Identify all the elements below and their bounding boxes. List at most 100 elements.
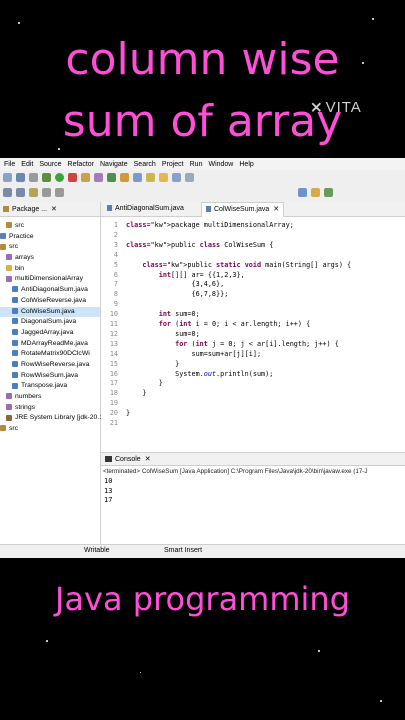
open-type-icon[interactable] [120, 173, 129, 182]
tree-item[interactable]: RowWiseSum.java [0, 371, 100, 382]
menu-run[interactable]: Run [190, 161, 203, 168]
code-line[interactable]: {3,4,6}, [126, 280, 224, 288]
menu-file[interactable]: File [4, 161, 15, 168]
run-icon[interactable] [55, 173, 64, 182]
tree-item[interactable]: AntiDiagonalSum.java [0, 285, 100, 296]
tree-item[interactable]: RotateMatrix90DClcWi [0, 349, 100, 360]
menu-navigate[interactable]: Navigate [100, 161, 128, 168]
tree-item[interactable]: numbers [0, 392, 100, 403]
new-class-icon[interactable] [107, 173, 116, 182]
perspective-icon[interactable] [298, 188, 307, 197]
source-folder-icon [6, 222, 12, 229]
tree-item[interactable]: JRE System Library [jdk-20.1] [0, 413, 105, 424]
code-line[interactable]: for (int i = 0; i < ar.length; i++) { [126, 320, 310, 328]
new-package-icon[interactable] [94, 173, 103, 182]
tree-item[interactable]: Practice [0, 232, 100, 243]
java-file-icon [12, 329, 18, 336]
code-line[interactable]: } [126, 379, 163, 387]
tree-item[interactable]: multiDimensionalArray [0, 274, 100, 285]
eclipse-window: File Edit Source Refactor Navigate Search Proj… [0, 158, 405, 558]
tree-item[interactable]: ColWiseReverse.java [0, 296, 100, 307]
tree-item[interactable]: MDArrayReadMe.java [0, 339, 100, 350]
package-icon [6, 275, 12, 282]
code-line[interactable]: sum=0; [126, 330, 200, 338]
console-tab[interactable]: Console ✕ [101, 453, 405, 466]
print-icon[interactable] [29, 173, 38, 182]
toggle-mark-icon[interactable] [146, 173, 155, 182]
code-line[interactable]: sum=sum+ar[j][i]; [126, 350, 261, 358]
new-icon[interactable] [3, 173, 12, 182]
folder-icon [6, 264, 12, 271]
nav-forward-icon[interactable] [55, 188, 64, 197]
code-line[interactable]: } [126, 409, 130, 417]
line-number: 2 [113, 230, 118, 239]
tree-item[interactable]: ColWiseSum.java [0, 306, 100, 318]
debug-icon[interactable] [42, 173, 51, 182]
menu-refactor[interactable]: Refactor [68, 161, 94, 168]
code-line[interactable]: } [126, 360, 179, 368]
close-icon[interactable]: ✕ [145, 455, 151, 463]
tree-item[interactable]: Transpose.java [0, 381, 100, 392]
new-java-project-icon[interactable] [81, 173, 90, 182]
tab-antidiagonalsum[interactable]: AntiDiagonalSum.java [103, 202, 188, 216]
menu-edit[interactable]: Edit [21, 161, 33, 168]
close-icon[interactable]: ✕ [51, 205, 57, 213]
code-line[interactable]: } [126, 389, 146, 397]
search-icon[interactable] [133, 173, 142, 182]
pin-icon[interactable] [159, 173, 168, 182]
tree-item-label: arrays [15, 254, 34, 262]
code-editor[interactable]: AntiDiagonalSum.java ColWiseSum.java ✕ 1c… [101, 202, 405, 452]
tree-item[interactable]: DiagonalSum.java [0, 317, 100, 328]
tree-item-label: AntiDiagonalSum.java [21, 286, 88, 294]
java-perspective-icon[interactable] [311, 188, 320, 197]
menu-search[interactable]: Search [134, 161, 156, 168]
status-writable: Writable [84, 547, 110, 554]
external-tools-icon[interactable] [68, 173, 77, 182]
menu-project[interactable]: Project [162, 161, 184, 168]
line-number: 1 [113, 221, 118, 229]
code-line[interactable]: System.out.println(sum); [126, 370, 273, 378]
nav-back-icon[interactable] [42, 188, 51, 197]
tree-item[interactable]: src [0, 424, 100, 435]
line-number: 8 [113, 290, 118, 299]
menu-window[interactable]: Window [208, 161, 233, 168]
last-edit-icon[interactable] [29, 188, 38, 197]
line-number: 21 [109, 419, 118, 427]
tree-item[interactable]: arrays [0, 253, 100, 264]
tree-item[interactable]: src [0, 221, 100, 232]
package-explorer-tab[interactable]: Package ... ✕ [0, 202, 100, 217]
tree-item[interactable]: RowWiseReverse.java [0, 360, 100, 371]
console-output[interactable]: 10 13 17 [101, 477, 405, 506]
tree-item-label: Practice [9, 232, 34, 240]
line-number: 5 [113, 260, 118, 269]
save-icon[interactable] [16, 173, 25, 182]
code-line[interactable]: int sum=0; [126, 310, 200, 318]
code-line[interactable]: int[][] ar= {{1,2,3}, [126, 271, 245, 279]
code-line[interactable]: for (int j = 0; j < ar[i].length; j++) { [126, 340, 339, 348]
annotation-icon[interactable] [172, 173, 181, 182]
close-icon[interactable]: ✕ [273, 206, 279, 213]
forward-icon[interactable] [16, 188, 25, 197]
code-line[interactable]: class="kw">package multiDimensionalArray… [126, 221, 294, 229]
tree-item-label: ColWiseReverse.java [21, 296, 86, 304]
menu-help[interactable]: Help [239, 161, 253, 168]
code-line[interactable]: class="kw">public class ColWiseSum { [126, 241, 273, 249]
java-file-icon [12, 318, 18, 325]
code-line[interactable]: {6,7,8}}; [126, 290, 228, 298]
tree-item[interactable]: bin [0, 264, 100, 275]
next-annotation-icon[interactable] [185, 173, 194, 182]
menu-source[interactable]: Source [39, 161, 61, 168]
tree-item[interactable]: JaggedArray.java [0, 328, 100, 339]
tab-colwisesum[interactable]: ColWiseSum.java ✕ [201, 202, 285, 217]
package-icon [6, 393, 12, 400]
code-line[interactable]: class="kw">public static void main(Strin… [126, 261, 351, 269]
star-decoration [18, 22, 20, 24]
tree-item-label: DiagonalSum.java [21, 318, 77, 326]
back-icon[interactable] [3, 188, 12, 197]
tree-item-label: bin [15, 264, 25, 272]
java-file-icon [107, 205, 112, 212]
debug-perspective-icon[interactable] [324, 188, 333, 197]
tree-item[interactable]: src [0, 242, 100, 253]
tree-item[interactable]: strings [0, 403, 100, 414]
tree-item-label: ColWiseSum.java [21, 307, 75, 315]
